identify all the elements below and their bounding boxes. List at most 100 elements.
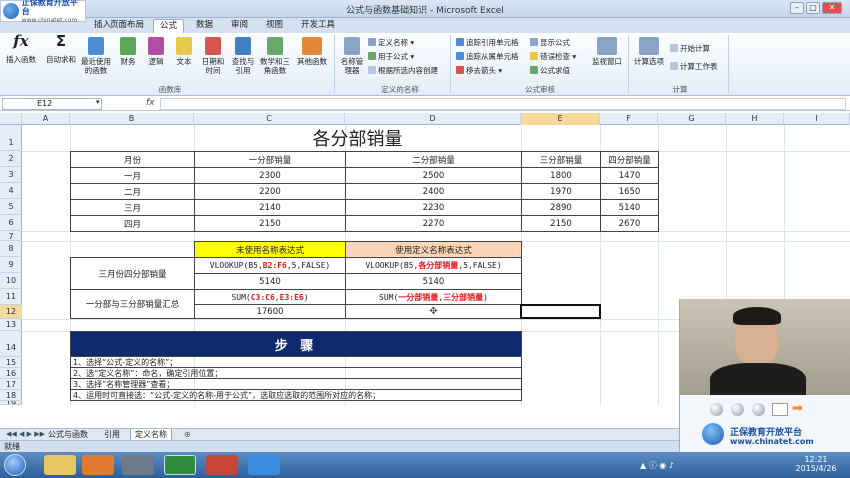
table-cell[interactable]: 二月 [70,183,195,200]
tab-view[interactable]: 视图 [260,19,289,33]
tab-page-layout[interactable]: 页面布局 [104,19,150,33]
table-cell[interactable]: 2890 [521,199,601,216]
row-header[interactable]: 14 [0,331,22,357]
select-all-corner[interactable] [0,113,22,125]
financial-button[interactable]: 财务 [116,37,140,66]
table-header-cell[interactable]: 一分部销量 [194,151,346,168]
row-header[interactable]: 16 [0,368,22,379]
table-cell[interactable]: 2670 [600,215,659,232]
tab-developer[interactable]: 开发工具 [295,19,341,33]
insert-function-button[interactable]: fx 插入函数 [4,34,38,65]
table-cell[interactable]: 三月 [70,199,195,216]
table-cell[interactable]: 2270 [345,215,522,232]
table-header-cell[interactable]: 二分部销量 [345,151,522,168]
column-header[interactable]: H [726,113,784,125]
show-formulas-button[interactable]: 显示公式 [530,37,570,48]
column-header[interactable]: D [345,113,521,125]
table-header-cell[interactable]: 三分部销量 [521,151,601,168]
player-note-icon[interactable] [772,403,788,416]
column-header[interactable]: G [658,113,726,125]
datetime-button[interactable]: 日期和时间 [199,37,227,75]
steps-title[interactable]: 步 骤 [70,331,522,357]
name-box-dropdown-icon[interactable]: ▾ [96,98,100,106]
row-header[interactable]: 6 [0,215,22,231]
table-cell[interactable]: 四月 [70,215,195,232]
q2-label-cell[interactable]: 一分部与三分部销量汇总 [70,289,195,319]
trace-precedents-button[interactable]: 追踪引用单元格 [456,37,519,48]
define-name-button[interactable]: 定义名称 ▾ [368,37,414,48]
name-box[interactable]: E12 [2,98,102,110]
table-cell[interactable]: 2200 [194,183,346,200]
column-header[interactable]: E [521,113,600,125]
table-cell[interactable]: 1970 [521,183,601,200]
row-header[interactable]: 13 [0,319,22,331]
q1-result-left[interactable]: 5140 [194,273,346,290]
close-button[interactable]: ✕ [822,2,842,14]
lookup-button[interactable]: 查找与引用 [229,37,257,75]
row-header[interactable]: 2 [0,151,22,167]
step-row[interactable]: 4、运用时可直接选：“公式-定义的名称-用于公式”，选取应选取的范围所对应的名称… [70,389,522,401]
row-header[interactable]: 12 [0,305,22,319]
watch-window-button[interactable]: 监视窗口 [590,37,624,66]
more-functions-button[interactable]: 其他函数 [294,37,330,66]
column-header[interactable]: A [22,113,70,125]
table-cell[interactable]: 2150 [521,215,601,232]
table-cell[interactable]: 一月 [70,167,195,184]
q2-formula-right[interactable]: SUM(一分部销量, 三分部销量) [345,289,522,305]
calc-options-button[interactable]: 计算选项 [632,37,666,66]
q1-formula-left[interactable]: VLOOKUP(B5, B2:F6,5,FALSE) [194,257,346,274]
column-header[interactable]: F [600,113,658,125]
q2-formula-left[interactable]: SUM(C3:C6, E3:E6) [194,289,346,305]
q2-result-right[interactable]: ✥ [345,304,522,319]
autosum-button[interactable]: Σ 自动求和 [44,34,78,65]
calc-sheet-button[interactable]: 计算工作表 [670,61,718,72]
ie-taskbar-icon[interactable] [248,455,280,475]
powerpoint-taskbar-icon[interactable] [206,455,238,475]
table-cell[interactable]: 2140 [194,199,346,216]
evaluate-formula-button[interactable]: 公式求值 [530,65,570,76]
tab-data[interactable]: 数据 [190,19,219,33]
table-cell[interactable]: 5140 [600,199,659,216]
row-header[interactable]: 10 [0,273,22,289]
table-cell[interactable]: 1470 [600,167,659,184]
row-header[interactable]: 3 [0,167,22,183]
row-header[interactable]: 11 [0,289,22,305]
text-button[interactable]: 文本 [172,37,196,66]
table-cell[interactable]: 2400 [345,183,522,200]
row-header[interactable]: 7 [0,231,22,241]
formula-input[interactable] [160,98,846,110]
player-prev-icon[interactable] [710,403,723,416]
error-check-button[interactable]: 错误检查 ▾ [530,51,576,62]
row-header[interactable]: 8 [0,241,22,257]
table-header-cell[interactable]: 月份 [70,151,195,168]
start-button-icon[interactable] [4,454,26,476]
selected-cell[interactable] [520,304,601,319]
table-cell[interactable]: 1800 [521,167,601,184]
use-in-formula-button[interactable]: 用于公式 ▾ [368,51,414,62]
q1-label-cell[interactable]: 三月份四分部销量 [70,257,195,290]
tray-icons[interactable]: ▲ ⓘ ◉ ♪ [640,460,674,471]
compare-header-left[interactable]: 未使用名称表达式 [194,241,346,258]
row-header[interactable]: 19 [0,401,22,405]
trace-dependents-button[interactable]: 追踪从属单元格 [456,51,519,62]
fx-icon[interactable]: fx [146,98,155,108]
row-header[interactable]: 17 [0,379,22,390]
maximize-button[interactable]: □ [806,2,820,14]
player-next-arrow-icon[interactable]: ➡ [792,401,803,416]
player-pause-icon[interactable] [731,403,744,416]
table-cell[interactable]: 2230 [345,199,522,216]
minimize-button[interactable]: – [790,2,804,14]
row-header[interactable]: 9 [0,257,22,273]
row-header[interactable]: 1 [0,125,22,151]
q1-formula-right[interactable]: VLOOKUP(B5, 各分部销量 ,5,FALSE) [345,257,522,274]
tab-review[interactable]: 审阅 [225,19,254,33]
row-header[interactable]: 15 [0,357,22,368]
column-header[interactable]: B [70,113,194,125]
player-stop-icon[interactable] [752,403,765,416]
name-manager-button[interactable]: 名称管理器 [338,37,366,75]
math-button[interactable]: 数学和三角函数 [258,37,292,75]
compare-header-right[interactable]: 使用定义名称表达式 [345,241,522,258]
column-header[interactable]: I [784,113,850,125]
video-taskbar-icon[interactable] [122,455,154,475]
q2-result-left[interactable]: 17600 [194,304,346,319]
